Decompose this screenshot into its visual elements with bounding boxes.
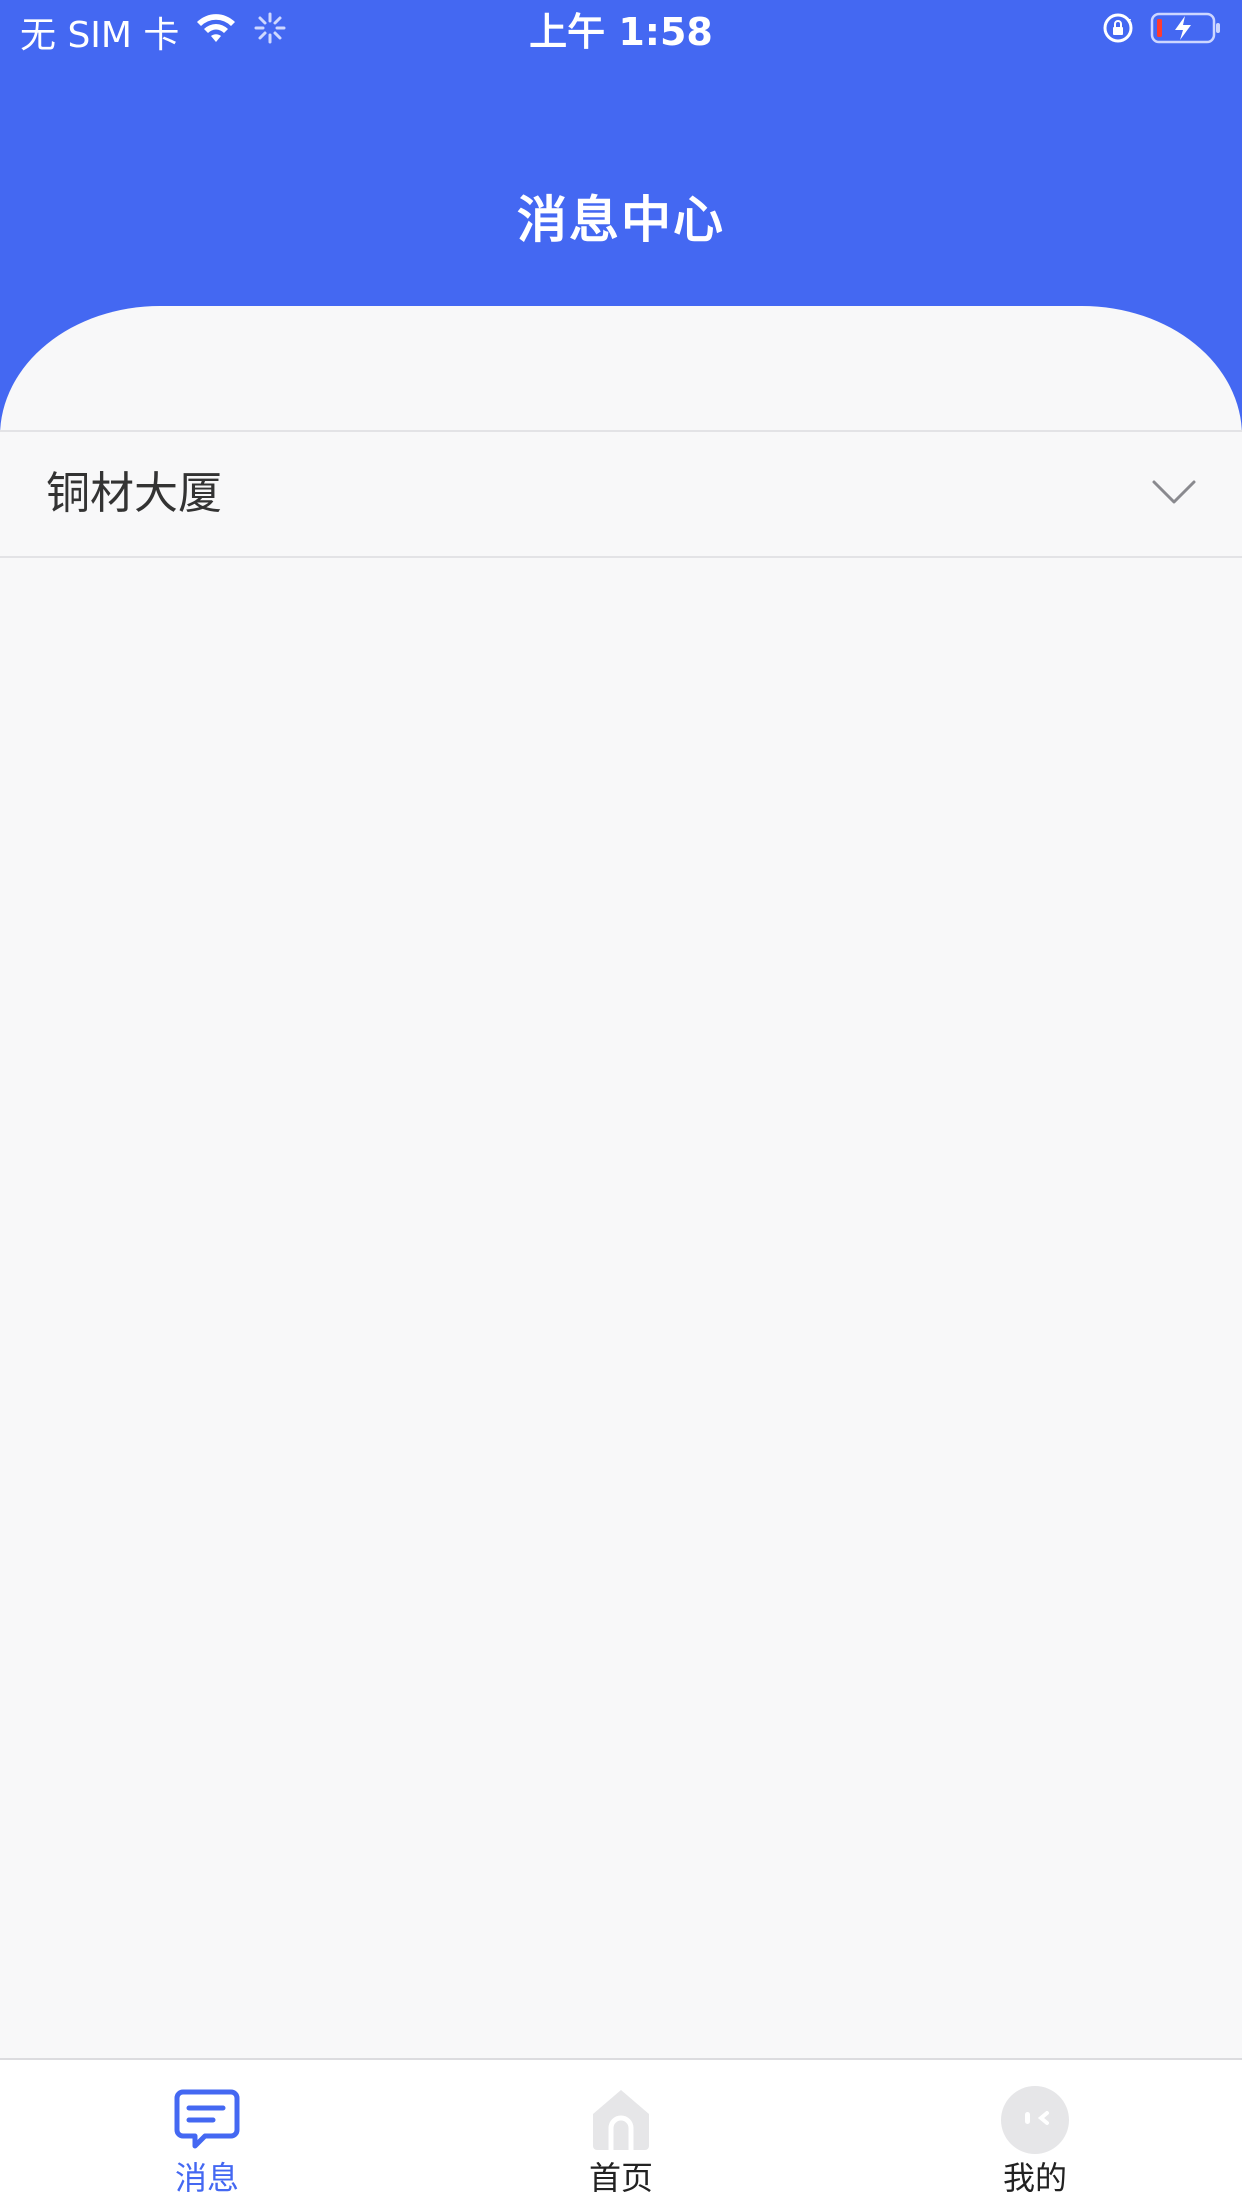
tab-profile-label: 我的 xyxy=(1002,2159,1067,2197)
page-title: 消息中心 xyxy=(517,191,725,249)
building-selector[interactable]: 铜材大厦 xyxy=(0,430,1242,558)
chevron-down-icon xyxy=(1150,472,1198,512)
status-bar: 无 SIM 卡 上午 1:58 xyxy=(0,0,1242,64)
tab-messages-label: 消息 xyxy=(174,2159,239,2197)
status-right xyxy=(1100,12,1222,52)
tab-profile[interactable]: 我的 xyxy=(828,2060,1242,2208)
battery-icon xyxy=(1150,10,1222,55)
building-selector-label: 铜材大厦 xyxy=(46,468,222,519)
tab-home-label: 首页 xyxy=(588,2159,653,2197)
home-icon xyxy=(585,2084,657,2156)
tab-home[interactable]: 首页 xyxy=(414,2060,828,2208)
content-area xyxy=(0,430,1242,2058)
tab-bar: 消息 首页 我的 xyxy=(0,2058,1242,2208)
profile-icon xyxy=(999,2084,1071,2156)
rotation-lock-icon xyxy=(1100,10,1136,55)
status-time: 上午 1:58 xyxy=(529,10,713,54)
message-icon xyxy=(171,2084,243,2156)
tab-messages[interactable]: 消息 xyxy=(0,2060,414,2208)
